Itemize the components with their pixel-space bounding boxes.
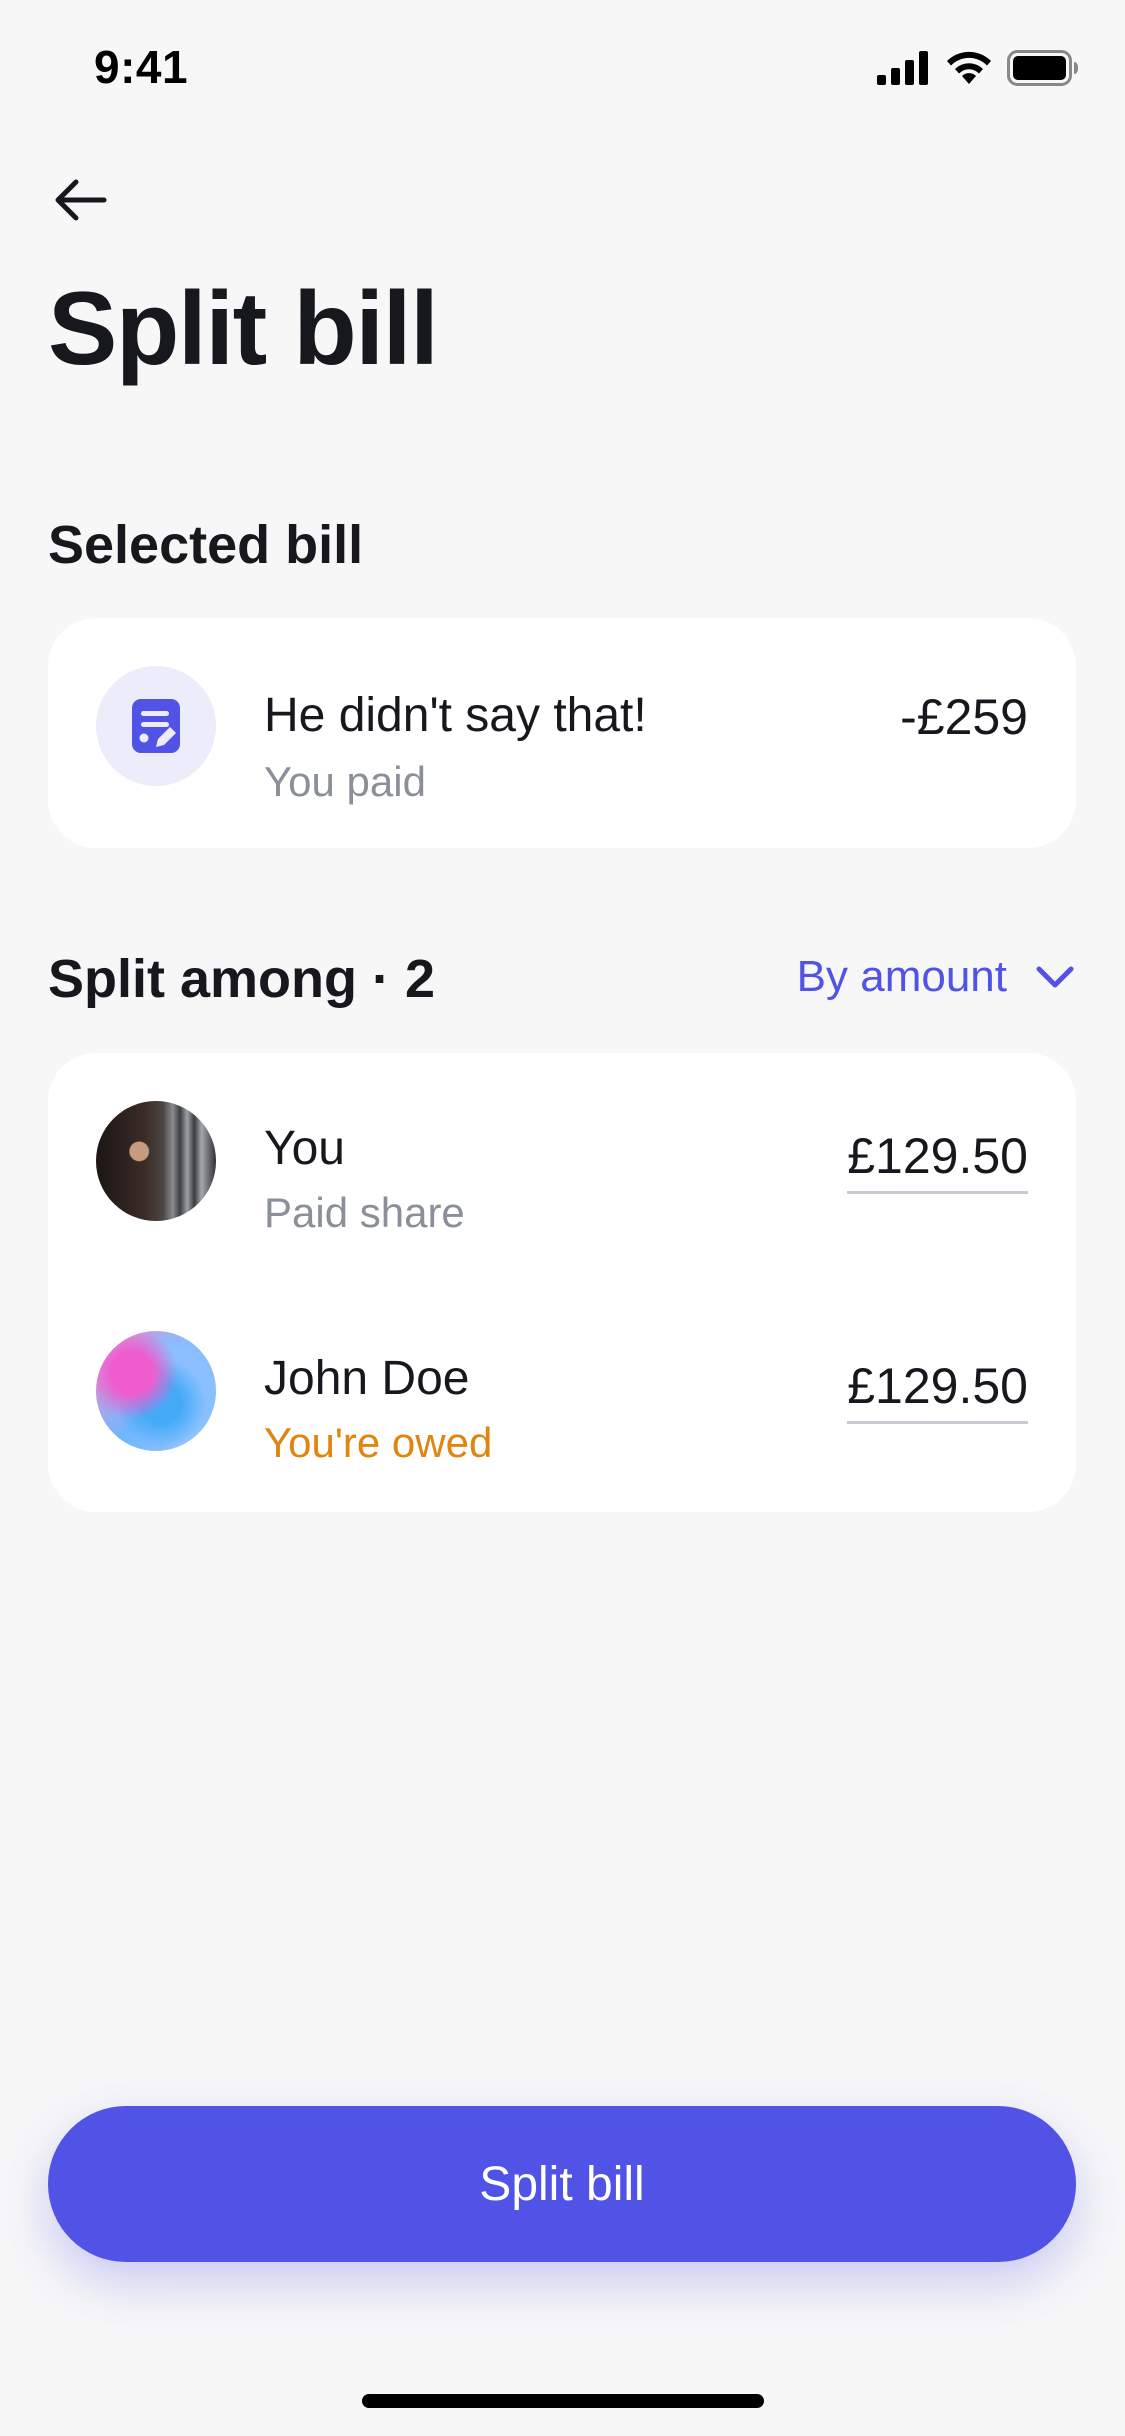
status-time: 9:41 [94,41,189,93]
chevron-down-icon [1036,966,1074,988]
back-button[interactable] [40,160,120,240]
arrow-left-icon [55,179,107,221]
bill-subtitle: You paid [264,758,426,805]
split-among-heading: Split among · 2 [48,949,436,1009]
split-mode-label: By amount [796,952,1007,1001]
split-bill-screen: 9:41 Split bill Selected bill He didn't … [0,0,1125,2436]
selected-bill-card[interactable]: He didn't say that! You paid -£259 [48,618,1076,848]
split-bill-button[interactable]: Split bill [48,2106,1076,2262]
bill-amount: -£259 [900,689,1028,745]
person-name: You [264,1122,345,1175]
person-status: Paid share [264,1189,465,1236]
person-name: John Doe [264,1352,470,1405]
document-edit-icon [132,699,180,753]
selected-bill-row: He didn't say that! You paid -£259 [48,666,1076,805]
person-amount-input[interactable]: £129.50 [847,1127,1028,1194]
split-people-card: You Paid share £129.50 John Doe You're o… [48,1053,1076,1512]
split-mode-dropdown[interactable]: By amount [797,952,1075,1002]
person-row: You Paid share £129.50 [48,1101,1076,1236]
wifi-icon [947,51,991,84]
status-icons [877,46,1079,90]
home-indicator [362,2394,764,2408]
selected-bill-heading: Selected bill [48,515,364,575]
person-row: John Doe You're owed £129.50 [48,1331,1076,1466]
page-title: Split bill [48,271,439,387]
person-amount-input[interactable]: £129.50 [847,1357,1028,1424]
avatar [96,1101,216,1221]
person-status: You're owed [264,1419,493,1466]
cellular-signal-icon [877,51,928,85]
battery-icon [1007,50,1078,86]
bill-icon-container [96,666,216,786]
bill-name: He didn't say that! [264,689,647,742]
avatar [96,1331,216,1451]
